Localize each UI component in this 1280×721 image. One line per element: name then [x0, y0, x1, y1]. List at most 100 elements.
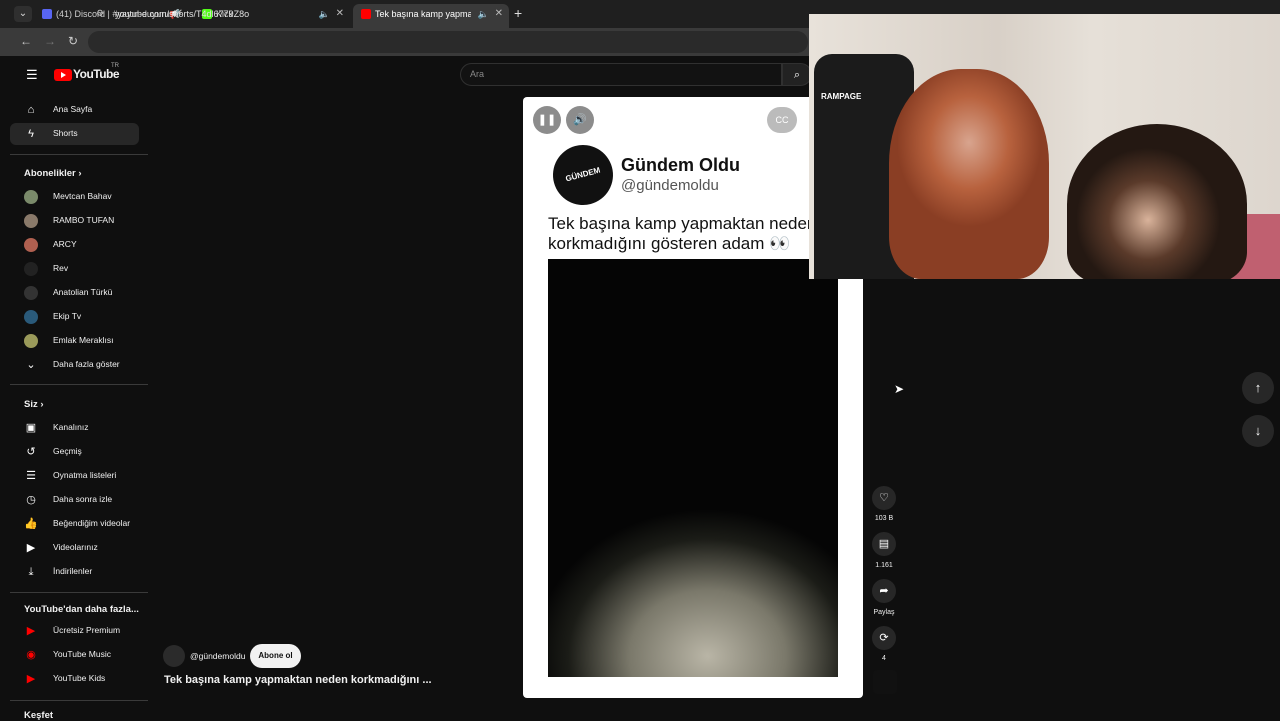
- url-box[interactable]: [88, 31, 808, 53]
- reload-icon[interactable]: ↻: [68, 34, 78, 48]
- sidebar-item-history[interactable]: ↺ Geçmiş: [10, 441, 139, 463]
- sidebar-item-label: Videolarınız: [53, 542, 98, 552]
- avatar: [24, 238, 38, 252]
- close-icon[interactable]: ✕: [336, 4, 344, 24]
- captions-button[interactable]: CC: [767, 107, 797, 133]
- sidebar-item-label: Ücretsiz Premium: [53, 625, 121, 635]
- pause-button[interactable]: ❚❚: [533, 106, 561, 134]
- back-arrow-icon[interactable]: ←: [20, 34, 32, 48]
- pause-icon: ❚❚: [537, 114, 557, 126]
- search-placeholder: Ara: [470, 69, 485, 79]
- remix-icon: ⟳: [879, 632, 889, 644]
- sidebar-item-premium[interactable]: ▶ Ücretsiz Premium: [10, 620, 139, 642]
- site-info-icon[interactable]: ⚙: [96, 8, 104, 19]
- search-input[interactable]: [460, 63, 782, 86]
- video-caption: Tek başına kamp yapmaktan neden korkmadı…: [548, 214, 817, 253]
- sidebar-item-liked[interactable]: 👍 Beğendiğim videolar: [10, 513, 139, 535]
- sidebar-item-label: Daha fazla göster: [53, 359, 120, 369]
- youtube-play-icon: [54, 69, 72, 81]
- subscription-item[interactable]: Anatolian Türkü: [10, 282, 139, 304]
- volume-button[interactable]: 🔊: [566, 106, 594, 134]
- chevron-down-icon: ⌄: [26, 359, 36, 371]
- clock-icon: ◷: [26, 494, 36, 506]
- sidebar-item-home[interactable]: ⌂ Ana Sayfa: [10, 99, 139, 121]
- like-button[interactable]: ♡: [872, 486, 896, 510]
- show-more-button[interactable]: ⌄ Daha fazla göster: [10, 354, 139, 376]
- sidebar-item-kids[interactable]: ▶ YouTube Kids: [10, 668, 139, 690]
- new-tab-button[interactable]: +: [514, 5, 522, 21]
- channel-handle-link[interactable]: @gündemoldu: [190, 651, 245, 661]
- subscription-item[interactable]: Emlak Meraklısı: [10, 330, 139, 352]
- shorts-icon: ϟ: [28, 128, 34, 140]
- captions-icon: CC: [775, 115, 789, 125]
- forward-arrow-icon[interactable]: →: [44, 34, 56, 48]
- comments-button[interactable]: ▤: [872, 532, 896, 556]
- video-icon: ▶: [26, 542, 36, 554]
- remix-count: 4: [882, 655, 886, 662]
- sound-thumbnail[interactable]: [873, 670, 897, 694]
- subscription-item[interactable]: Mevtcan Bahav: [10, 186, 139, 208]
- sidebar-item-watch-later[interactable]: ◷ Daha sonra izle: [10, 489, 139, 511]
- arrow-down-icon: ↓: [1254, 423, 1262, 438]
- avatar: [24, 286, 38, 300]
- discord-favicon-icon: [42, 9, 52, 19]
- speaker-icon[interactable]: 🔈: [478, 4, 489, 24]
- menu-icon[interactable]: ☰: [26, 67, 38, 83]
- avatar: [24, 214, 38, 228]
- video-title[interactable]: Tek başına kamp yapmaktan neden korkmadı…: [164, 674, 432, 686]
- history-icon: ↺: [26, 446, 36, 458]
- share-button[interactable]: ➦: [872, 579, 896, 603]
- sidebar-item-label: Rev: [53, 263, 69, 273]
- sidebar-item-your-videos[interactable]: ▶ Videolarınız: [10, 537, 139, 559]
- comment-icon: ▤: [878, 538, 890, 550]
- subscribe-button[interactable]: Abone ol: [250, 644, 301, 668]
- sidebar-item-label: YouTube Kids: [53, 673, 106, 683]
- sidebar-item-label: Anatolian Türkü: [53, 287, 113, 297]
- playlist-icon: ☰: [26, 470, 36, 482]
- close-icon[interactable]: ✕: [495, 4, 503, 24]
- sidebar-item-label: Mevtcan Bahav: [53, 191, 112, 201]
- comment-count: 1.161: [875, 562, 893, 569]
- subscriptions-title[interactable]: Abonelikler ›: [24, 168, 82, 179]
- subscription-item[interactable]: Rev: [10, 258, 139, 280]
- tab-search-menu[interactable]: ⌄: [14, 6, 32, 22]
- youtube-kids-icon: ▶: [26, 673, 36, 685]
- divider: [10, 384, 148, 385]
- sidebar-item-label: Ana Sayfa: [53, 104, 93, 114]
- avatar: [24, 190, 38, 204]
- speaker-icon[interactable]: 🔈: [319, 4, 330, 24]
- sidebar-item-label: Beğendiğim videolar: [53, 518, 131, 528]
- sidebar-item-music[interactable]: ◉ YouTube Music: [10, 644, 139, 666]
- sidebar-item-label: Ekip Tv: [53, 311, 82, 321]
- next-short-button[interactable]: ↓: [1242, 415, 1274, 447]
- sidebar-item-label: Daha sonra izle: [53, 494, 113, 504]
- tab-youtube-short[interactable]: Tek başına kamp yapmakta 🔈 ✕: [353, 4, 509, 28]
- youtube-favicon-icon: [361, 9, 371, 19]
- you-title[interactable]: Siz ›: [24, 399, 44, 410]
- sidebar-item-label: İndirilenler: [53, 566, 93, 576]
- subscription-item[interactable]: RAMBO TUFAN: [10, 210, 139, 232]
- heart-icon: ♡: [879, 492, 889, 504]
- sidebar-item-label: Shorts: [53, 128, 78, 138]
- thumbs-up-icon: 👍: [24, 518, 38, 530]
- sidebar-item-label: RAMBO TUFAN: [53, 215, 115, 225]
- sidebar-item-channel[interactable]: ▣ Kanalınız: [10, 417, 139, 439]
- channel-logo: GÜNDEM OLDU: [546, 138, 620, 240]
- sidebar-item-label: Emlak Meraklısı: [53, 335, 114, 345]
- sidebar-item-shorts[interactable]: ϟ Shorts: [10, 123, 139, 145]
- channel-handle: @gündemoldu: [621, 177, 719, 194]
- search-button[interactable]: ⌕: [782, 63, 812, 86]
- search-icon: ⌕: [793, 69, 801, 81]
- remix-button[interactable]: ⟳: [872, 626, 896, 650]
- sidebar-item-playlists[interactable]: ☰ Oynatma listeleri: [10, 465, 139, 487]
- home-icon: ⌂: [27, 104, 35, 116]
- avatar[interactable]: [163, 645, 185, 667]
- subscription-item[interactable]: Ekip Tv: [10, 306, 139, 328]
- chair-brand: RAMPAGE: [821, 92, 862, 101]
- volume-icon: 🔊: [573, 114, 587, 126]
- previous-short-button[interactable]: ↑: [1242, 372, 1274, 404]
- subscription-item[interactable]: ARCY: [10, 234, 139, 256]
- streamer-left: [889, 69, 1049, 279]
- sidebar-item-downloads[interactable]: ⤓ İndirilenler: [10, 561, 139, 583]
- url-text[interactable]: youtube.com/shorts/T4dl6779Z8o: [115, 9, 249, 19]
